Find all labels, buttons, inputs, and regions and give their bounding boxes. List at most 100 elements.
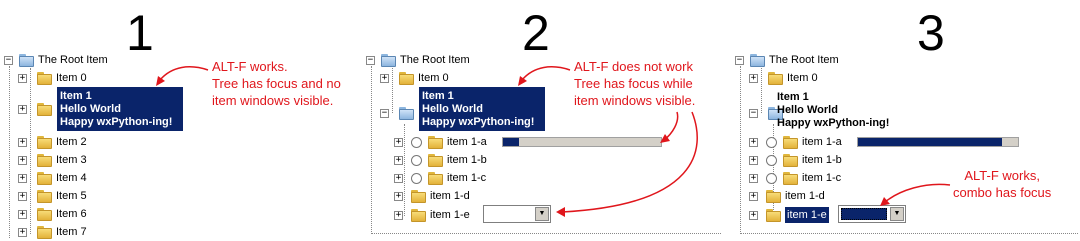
expand-icon[interactable]: + bbox=[18, 191, 27, 201]
child-label: item 1-e bbox=[430, 209, 470, 221]
expand-icon[interactable]: + bbox=[749, 210, 758, 220]
folder-icon bbox=[768, 71, 783, 85]
tree-item-multiline[interactable]: − bbox=[380, 104, 418, 122]
tree-child[interactable]: + item 1-d bbox=[394, 187, 470, 205]
tree-root[interactable]: − The Root Item bbox=[735, 51, 839, 69]
progress-gauge bbox=[502, 137, 662, 147]
folder-icon bbox=[783, 171, 798, 185]
collapse-icon[interactable]: − bbox=[380, 108, 389, 118]
expand-icon[interactable]: + bbox=[749, 173, 758, 183]
folder-icon bbox=[399, 71, 414, 85]
tree-child[interactable]: + item 1-b bbox=[394, 151, 487, 169]
expand-icon[interactable]: + bbox=[394, 173, 403, 183]
tree-item[interactable]: + Item 7 bbox=[18, 223, 87, 241]
item-label: Item 6 bbox=[56, 208, 87, 220]
expand-icon[interactable]: + bbox=[18, 155, 27, 165]
item-line: Item 1 bbox=[60, 90, 92, 102]
tree-item[interactable]: + Item 0 bbox=[18, 69, 87, 87]
combo-field[interactable] bbox=[841, 208, 887, 220]
root-folder-icon bbox=[750, 53, 765, 67]
tree-line bbox=[740, 66, 741, 234]
tree-child[interactable]: + item 1-d bbox=[749, 187, 825, 205]
radio-button[interactable] bbox=[766, 154, 777, 166]
dropdown-arrow-icon[interactable]: ▼ bbox=[890, 207, 904, 221]
folder-icon bbox=[37, 207, 52, 221]
collapse-icon[interactable]: − bbox=[4, 55, 13, 65]
tree-child[interactable]: + item 1-c bbox=[394, 169, 486, 187]
collapse-icon[interactable]: − bbox=[749, 108, 758, 118]
expand-icon[interactable]: + bbox=[749, 73, 758, 83]
combo-box[interactable]: ▼ bbox=[483, 205, 551, 223]
tree-child[interactable]: + item 1-a bbox=[749, 133, 842, 151]
folder-icon bbox=[766, 189, 781, 203]
radio-button[interactable] bbox=[411, 154, 422, 166]
folder-icon bbox=[428, 135, 443, 149]
item-line: Happy wxPython-ing! bbox=[422, 116, 535, 128]
expand-icon[interactable]: + bbox=[18, 73, 27, 83]
expand-icon[interactable]: + bbox=[380, 73, 389, 83]
tree-item-multiline[interactable]: + bbox=[18, 100, 56, 118]
panel-3: 3 − The Root Item + Item 0 − Item 1 Hell… bbox=[725, 0, 1080, 240]
item-label: Item 4 bbox=[56, 172, 87, 184]
expand-icon[interactable]: + bbox=[18, 104, 27, 114]
annotation-line: ALT-F does not work bbox=[574, 59, 693, 74]
tree-item[interactable]: + Item 5 bbox=[18, 187, 87, 205]
child-label: item 1-b bbox=[447, 154, 487, 166]
radio-button[interactable] bbox=[766, 172, 777, 184]
panel-number: 3 bbox=[917, 5, 945, 61]
tree-item[interactable]: + Item 0 bbox=[380, 69, 449, 87]
expand-icon[interactable]: + bbox=[749, 137, 758, 147]
expand-icon[interactable]: + bbox=[394, 137, 403, 147]
tree-item[interactable]: + Item 4 bbox=[18, 169, 87, 187]
panel-2: 2 − The Root Item + Item 0 − Item 1 Hell… bbox=[362, 0, 724, 240]
expand-icon[interactable]: + bbox=[394, 155, 403, 165]
expand-icon[interactable]: + bbox=[394, 191, 403, 201]
tree-line bbox=[371, 66, 372, 234]
tree-item[interactable]: + Item 2 bbox=[18, 133, 87, 151]
expand-icon[interactable]: + bbox=[394, 210, 403, 220]
tree-child[interactable]: + item 1-c bbox=[749, 169, 841, 187]
collapse-icon[interactable]: − bbox=[735, 55, 744, 65]
item-1[interactable]: Item 1 Hello World Happy wxPython-ing! bbox=[777, 91, 907, 130]
folder-icon bbox=[37, 171, 52, 185]
folder-icon bbox=[428, 171, 443, 185]
annotation: ALT-F works. Tree has focus and no item … bbox=[212, 58, 341, 109]
tree-root[interactable]: − The Root Item bbox=[366, 51, 470, 69]
radio-button[interactable] bbox=[766, 136, 777, 148]
item-1-selected[interactable]: Item 1 Hello World Happy wxPython-ing! bbox=[57, 87, 183, 131]
folder-icon bbox=[37, 153, 52, 167]
child-label-selected[interactable]: item 1-e bbox=[785, 207, 829, 223]
panel-1: 1 − The Root Item + Item 0 + Item 1 Hell… bbox=[0, 0, 360, 240]
expand-icon[interactable]: + bbox=[18, 173, 27, 183]
expand-icon[interactable]: + bbox=[18, 209, 27, 219]
tree-child[interactable]: + item 1-a bbox=[394, 133, 487, 151]
item-line: Happy wxPython-ing! bbox=[777, 117, 890, 129]
tree-item[interactable]: + Item 6 bbox=[18, 205, 87, 223]
combo-box-focused[interactable]: ▼ bbox=[838, 205, 906, 223]
root-label: The Root Item bbox=[769, 54, 839, 66]
tree-child[interactable]: + item 1-b bbox=[749, 151, 842, 169]
expand-icon[interactable]: + bbox=[18, 137, 27, 147]
tree-root[interactable]: − The Root Item bbox=[4, 51, 108, 69]
item-label: Item 7 bbox=[56, 226, 87, 238]
combo-field[interactable] bbox=[486, 208, 532, 220]
expand-icon[interactable]: + bbox=[18, 227, 27, 237]
radio-button[interactable] bbox=[411, 172, 422, 184]
radio-button[interactable] bbox=[411, 136, 422, 148]
tree-child[interactable]: + item 1-e bbox=[394, 206, 470, 224]
expand-icon[interactable]: + bbox=[749, 155, 758, 165]
tree-item[interactable]: + Item 0 bbox=[749, 69, 818, 87]
folder-icon bbox=[428, 153, 443, 167]
item-line: Hello World bbox=[777, 104, 838, 116]
expand-icon[interactable]: + bbox=[749, 191, 758, 201]
annotation-line: Tree has focus and no bbox=[212, 76, 341, 91]
folder-icon bbox=[783, 153, 798, 167]
folder-icon bbox=[37, 189, 52, 203]
collapse-icon[interactable]: − bbox=[366, 55, 375, 65]
item-1-selected[interactable]: Item 1 Hello World Happy wxPython-ing! bbox=[419, 87, 545, 131]
dropdown-arrow-icon[interactable]: ▼ bbox=[535, 207, 549, 221]
tree-line bbox=[9, 66, 10, 238]
tree-child[interactable]: + item 1-e bbox=[749, 206, 829, 224]
tree-item[interactable]: + Item 3 bbox=[18, 151, 87, 169]
child-label: item 1-c bbox=[447, 172, 487, 184]
